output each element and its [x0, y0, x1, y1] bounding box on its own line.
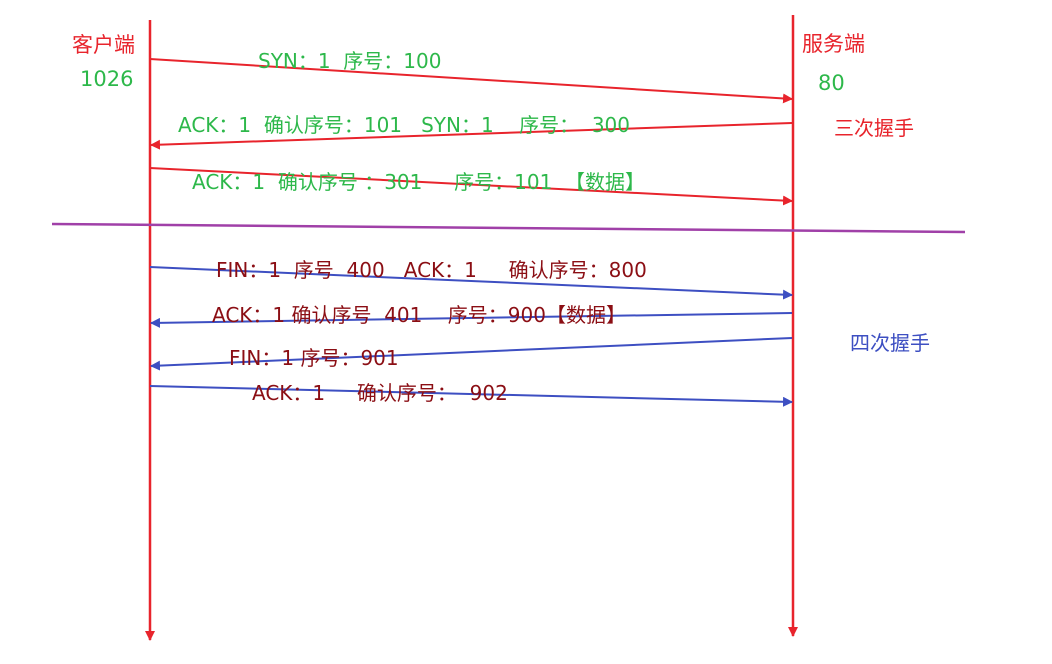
handshake-arrow-1 [149, 58, 793, 104]
wave-label-1: FIN：1 序号 400 ACK：1 确认序号：800 [216, 258, 647, 282]
wave-title: 四次握手 [850, 331, 930, 355]
handshake-label-3: ACK：1 确认序号 ：301 序号：101 【数据】 [192, 170, 645, 194]
phase-divider [51, 222, 966, 234]
tcp-sequence-diagram: 客户端 1026 服务端 80 三次握手 四次握手 SYN：1 序号：100 A… [0, 0, 1052, 664]
wave-label-2: ACK：1 确认序号 401 序号：900【数据】 [212, 303, 626, 327]
wave-label-3: FIN：1 序号：901 [229, 346, 399, 370]
diagram-canvas: 客户端 1026 服务端 80 三次握手 四次握手 SYN：1 序号：100 A… [51, 15, 966, 641]
handshake-label-2: ACK：1 确认序号：101 SYN：1 序号： 300 [178, 113, 630, 137]
handshake-title: 三次握手 [834, 116, 914, 140]
handshake-label-1: SYN：1 序号：100 [258, 49, 442, 73]
client-label: 客户端 [72, 33, 135, 57]
server-port: 80 [818, 71, 845, 95]
wave-label-4: ACK：1 确认序号： 902 [252, 381, 508, 405]
server-label: 服务端 [802, 32, 865, 56]
client-port: 1026 [80, 67, 133, 91]
